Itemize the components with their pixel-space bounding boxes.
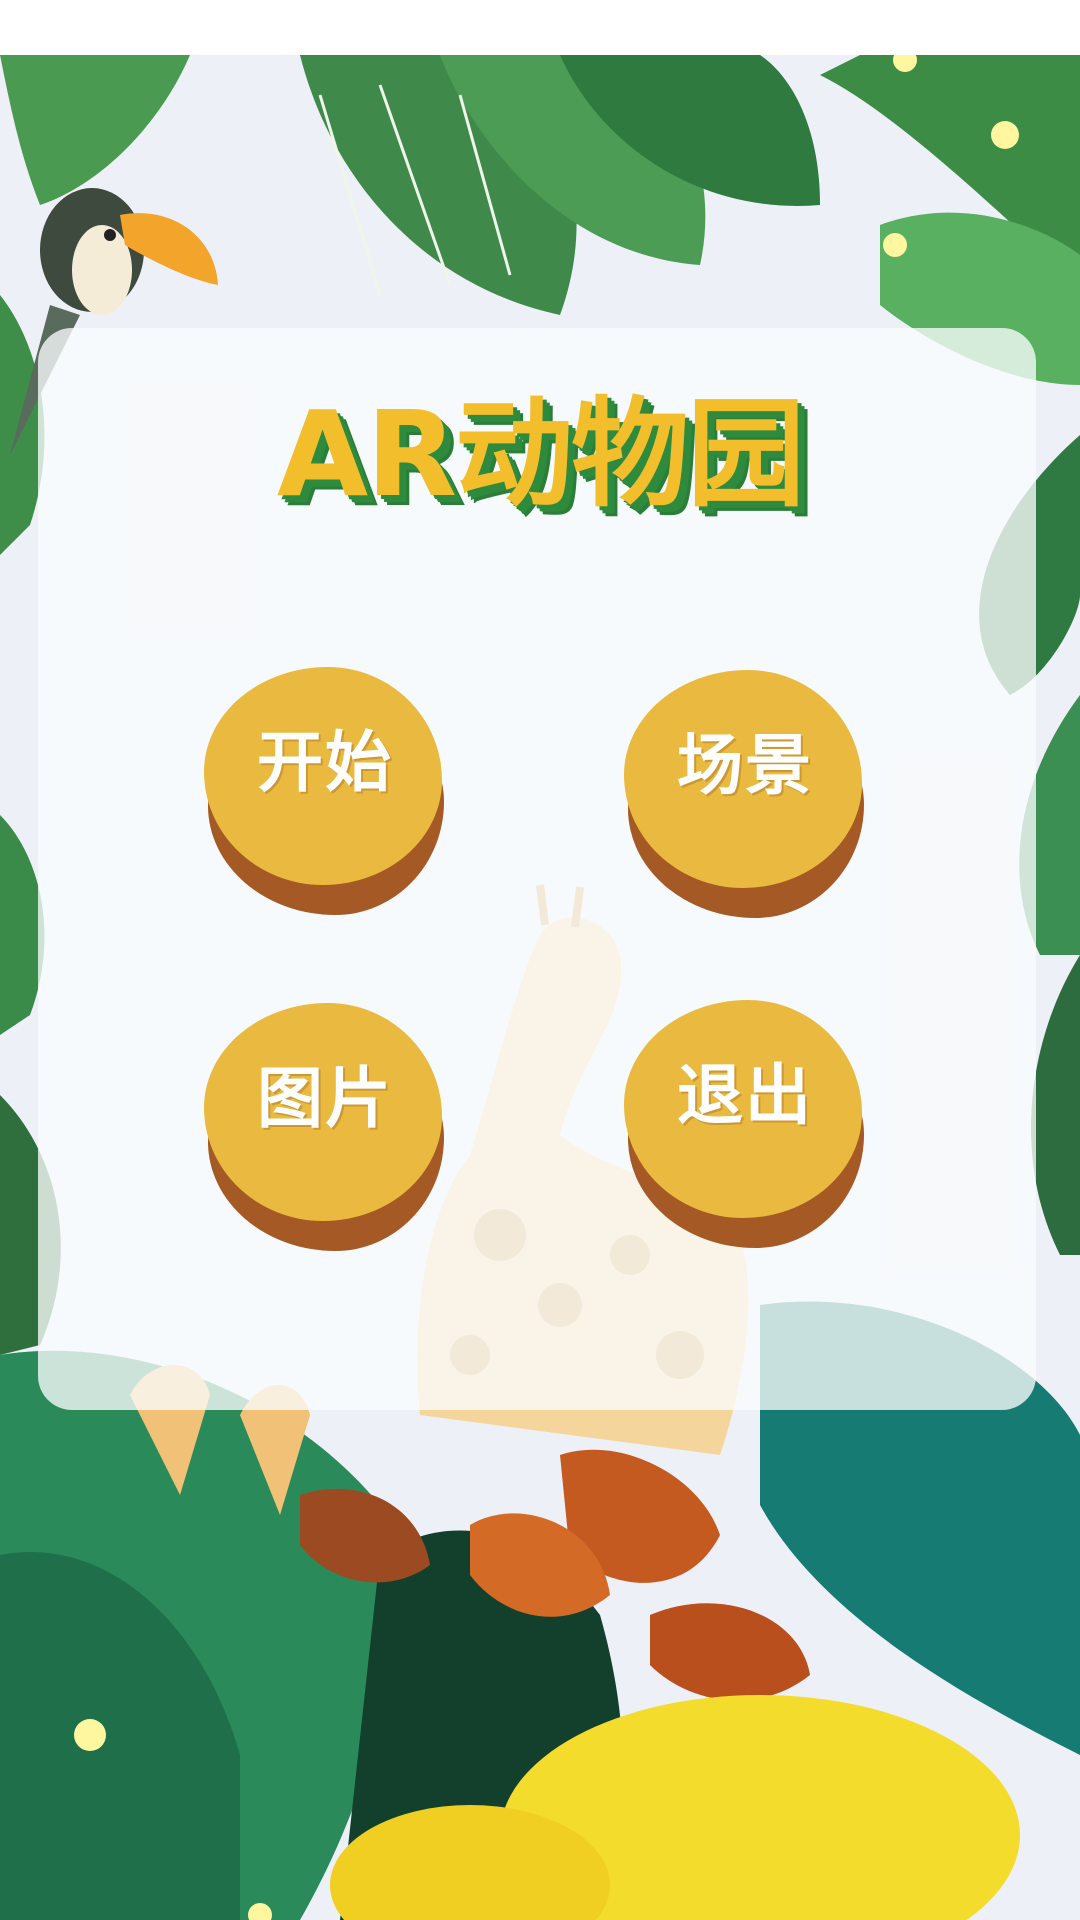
exit-button-label: 退出 [677,1056,813,1134]
scene-button-label: 场景 [677,726,813,804]
start-button-label: 开始 [257,723,393,801]
picture-button[interactable]: 图片 [202,1003,448,1253]
start-button[interactable]: 开始 [202,667,448,917]
app-screen: AR动物园 开始 场景 图片 退出 [0,0,1080,1920]
app-title: AR动物园 [276,385,805,523]
picture-button-label: 图片 [257,1059,393,1137]
exit-button[interactable]: 退出 [622,1000,868,1250]
scene-button[interactable]: 场景 [622,670,868,920]
